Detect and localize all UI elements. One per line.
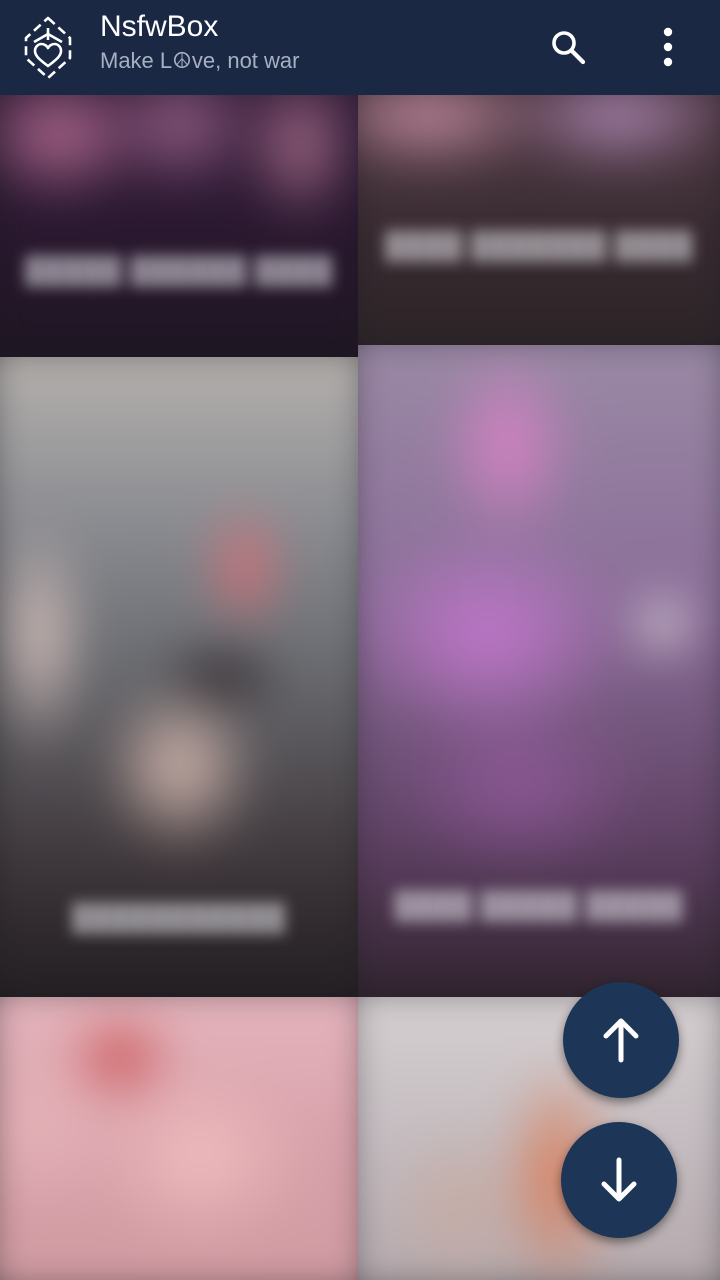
media-tile[interactable]: █████ ██████ ████ (0, 95, 358, 357)
media-thumbnail (0, 997, 358, 1280)
arrow-down-icon (601, 1157, 637, 1202)
media-caption: ███████████ (72, 902, 286, 932)
media-tile[interactable]: ████ ███████ ████ (358, 95, 720, 345)
media-caption: █████ ██████ ████ (25, 255, 333, 285)
app-bar: NsfwBox Make L☮ve, not war (0, 0, 720, 95)
app-subtitle: Make L☮ve, not war (100, 48, 300, 73)
more-options-button[interactable] (643, 22, 693, 72)
media-tile[interactable]: ████ █████ █████ (358, 345, 720, 997)
media-tile[interactable] (0, 997, 358, 1280)
scroll-down-button[interactable] (561, 1122, 677, 1238)
search-icon (552, 31, 586, 65)
scroll-up-button[interactable] (563, 982, 679, 1098)
heart-diamond-logo-icon (22, 14, 74, 82)
arrow-up-icon (603, 1018, 639, 1063)
media-caption: ████ ███████ ████ (385, 230, 693, 260)
search-button[interactable] (543, 22, 593, 72)
media-tile[interactable]: ███████████ (0, 357, 358, 997)
media-caption: ████ █████ █████ (394, 890, 684, 920)
media-thumbnail (358, 95, 720, 345)
media-thumbnail (0, 95, 358, 357)
app-title: NsfwBox (100, 10, 219, 43)
media-grid: █████ ██████ ████ ████ ███████ ████ ████… (0, 95, 720, 1280)
media-thumbnail (0, 357, 358, 997)
more-vert-icon (663, 27, 673, 67)
